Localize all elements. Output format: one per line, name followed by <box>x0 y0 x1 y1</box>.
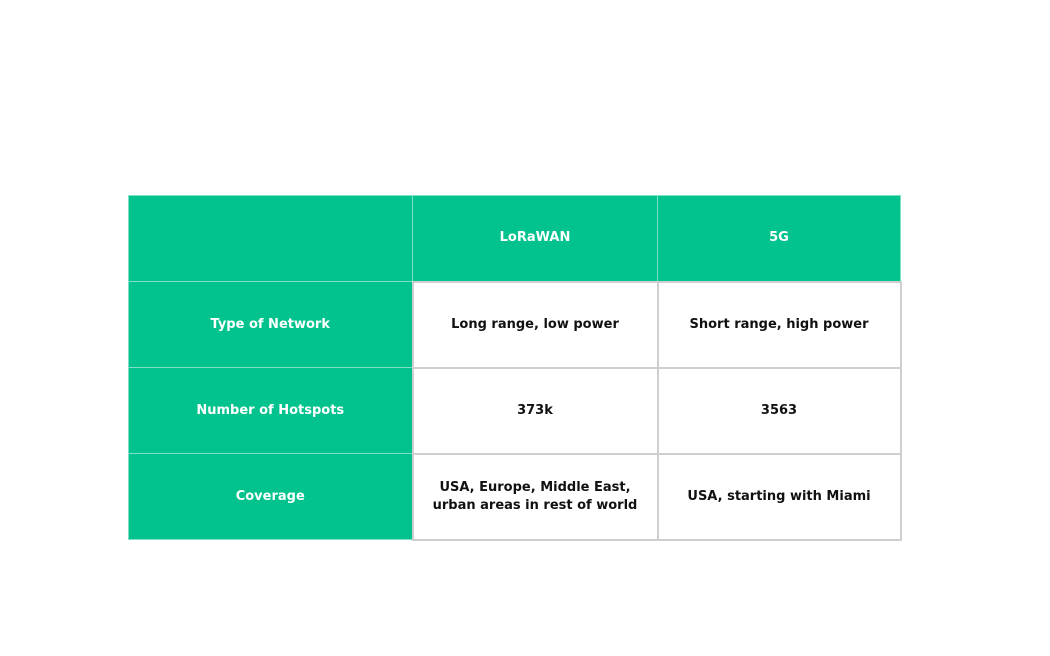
cell-lorawan-coverage: USA, Europe, Middle East, urban areas in… <box>411 452 659 541</box>
header-5g: 5G <box>657 195 901 282</box>
header-corner-cell <box>128 195 413 282</box>
table-row: Type of Network Long range, low power Sh… <box>128 280 902 369</box>
header-row: LoRaWAN 5G <box>128 195 901 282</box>
cell-lorawan-hotspots: 373k <box>411 366 659 455</box>
table-row: Number of Hotspots 373k 3563 <box>128 366 902 455</box>
table-row: Coverage USA, Europe, Middle East, urban… <box>128 452 902 541</box>
header-lorawan: LoRaWAN <box>412 195 658 282</box>
row-label-coverage: Coverage <box>128 453 413 540</box>
cell-5g-hotspots: 3563 <box>656 366 902 455</box>
cell-5g-coverage: USA, starting with Miami <box>656 452 902 541</box>
row-label-type-of-network: Type of Network <box>128 281 413 368</box>
comparison-table: LoRaWAN 5G Type of Network Long range, l… <box>128 195 902 541</box>
row-label-number-of-hotspots: Number of Hotspots <box>128 367 413 454</box>
cell-5g-type: Short range, high power <box>656 280 902 369</box>
cell-lorawan-type: Long range, low power <box>411 280 659 369</box>
